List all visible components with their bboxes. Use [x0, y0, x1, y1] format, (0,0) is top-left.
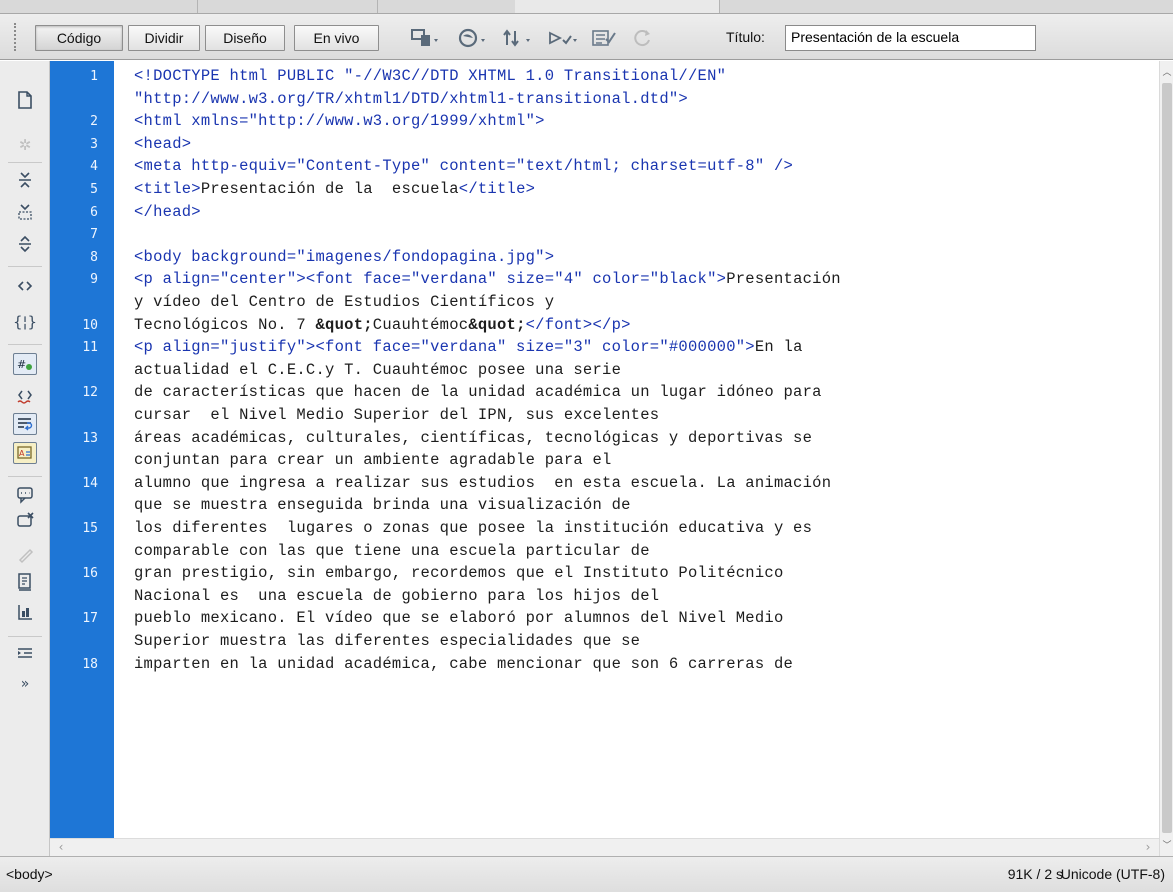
- scroll-right-arrow-icon[interactable]: ›: [1141, 839, 1155, 856]
- document-title-input[interactable]: Presentación de la escuela: [785, 25, 1036, 51]
- code-line[interactable]: Nacional es una escuela de gobierno para…: [134, 587, 659, 606]
- horizontal-scrollbar[interactable]: ‹ ›: [50, 838, 1159, 856]
- code-line[interactable]: pueblo mexicano. El vídeo que se elaboró…: [134, 609, 784, 628]
- line-number[interactable]: 10: [50, 318, 98, 333]
- line-number[interactable]: 5: [50, 182, 98, 197]
- line-number[interactable]: 3: [50, 137, 98, 152]
- line-number[interactable]: 16: [50, 566, 98, 581]
- line-number[interactable]: 4: [50, 159, 98, 174]
- collapse-full-tag-icon[interactable]: [13, 169, 37, 191]
- code-line[interactable]: cursar el Nivel Medio Superior del IPN, …: [134, 406, 659, 425]
- code-line[interactable]: de características que hacen de la unida…: [134, 383, 822, 402]
- more-icon[interactable]: »: [13, 673, 37, 695]
- document-toolbar: Código Dividir Diseño En vivo Título: Pr…: [0, 14, 1173, 60]
- code-line[interactable]: y vídeo del Centro de Estudios Científic…: [134, 293, 554, 312]
- design-view-button[interactable]: Diseño: [205, 25, 285, 51]
- validate-markup-icon[interactable]: [588, 25, 624, 51]
- code-line[interactable]: áreas académicas, culturales, científica…: [134, 429, 812, 448]
- code-line[interactable]: "http://www.w3.org/TR/xhtml1/DTD/xhtml1-…: [134, 90, 688, 109]
- syntax-coloring-icon[interactable]: A: [13, 442, 37, 464]
- live-view-button[interactable]: En vivo: [294, 25, 379, 51]
- code-line[interactable]: Tecnológicos No. 7 &quot;Cuauhtémoc&quot…: [134, 316, 631, 335]
- line-number[interactable]: 8: [50, 250, 98, 265]
- select-parent-tag-icon[interactable]: [13, 275, 37, 297]
- indent-code-icon[interactable]: [13, 642, 37, 664]
- line-number[interactable]: 11: [50, 340, 98, 355]
- code-line[interactable]: gran prestigio, sin embargo, recordemos …: [134, 564, 784, 583]
- line-number[interactable]: 2: [50, 114, 98, 129]
- scroll-down-arrow-icon[interactable]: ﹀: [1160, 838, 1173, 854]
- code-line[interactable]: Superior muestra las diferentes especial…: [134, 632, 640, 651]
- status-bar: <body> 91K / 2 s Unicode (UTF-8): [0, 856, 1173, 892]
- collapse-selection-icon[interactable]: [13, 201, 37, 223]
- code-line[interactable]: que se muestra enseguida brinda una visu…: [134, 496, 631, 515]
- line-number[interactable]: 15: [50, 521, 98, 536]
- code-editor[interactable]: <!DOCTYPE html PUBLIC "-//W3C//DTD XHTML…: [114, 61, 1159, 856]
- line-number[interactable]: 13: [50, 431, 98, 446]
- preview-browser-icon[interactable]: [455, 25, 491, 51]
- code-line[interactable]: <!DOCTYPE html PUBLIC "-//W3C//DTD XHTML…: [134, 67, 726, 86]
- balance-braces-icon[interactable]: {¦}: [13, 311, 37, 333]
- encoding-indicator[interactable]: Unicode (UTF-8): [1061, 866, 1165, 882]
- line-number[interactable]: 17: [50, 611, 98, 626]
- svg-text:#: #: [17, 358, 26, 371]
- toolbar-grip[interactable]: [14, 23, 20, 51]
- coding-toolbar: ✲ {¦} # A »: [0, 61, 50, 856]
- line-number[interactable]: 18: [50, 657, 98, 672]
- apply-comment-icon[interactable]: [13, 484, 37, 506]
- wrap-tag-icon[interactable]: [13, 543, 37, 565]
- word-wrap-icon[interactable]: [13, 413, 37, 435]
- split-view-button[interactable]: Dividir: [128, 25, 200, 51]
- code-line[interactable]: <meta http-equiv="Content-Type" content=…: [134, 157, 793, 176]
- code-line[interactable]: <p align="justify"><font face="verdana" …: [134, 338, 803, 357]
- title-label: Título:: [726, 29, 765, 45]
- line-number[interactable]: 12: [50, 385, 98, 400]
- code-view-button[interactable]: Código: [35, 25, 123, 51]
- tab-strip-segment: [198, 0, 378, 13]
- code-line[interactable]: actualidad el C.E.C.y T. Cuauhtémoc pose…: [134, 361, 621, 380]
- download-size-time: 91K / 2 s: [1007, 866, 1063, 882]
- code-line[interactable]: <body background="imagenes/fondopagina.j…: [134, 248, 554, 267]
- vertical-scroll-thumb[interactable]: [1162, 83, 1172, 833]
- vertical-scrollbar[interactable]: ︿ ﹀: [1159, 61, 1173, 856]
- remove-comment-icon[interactable]: [13, 511, 37, 533]
- file-management-icon[interactable]: [500, 25, 536, 51]
- document-tab-strip: [0, 0, 1173, 14]
- expand-all-icon[interactable]: [13, 233, 37, 255]
- code-line[interactable]: alumno que ingresa a realizar sus estudi…: [134, 474, 831, 493]
- code-line[interactable]: <head>: [134, 135, 191, 154]
- code-line[interactable]: los diferentes lugares o zonas que posee…: [134, 519, 812, 538]
- code-line[interactable]: </head>: [134, 203, 201, 222]
- highlight-invalid-code-icon[interactable]: [13, 385, 37, 407]
- line-number[interactable]: 6: [50, 205, 98, 220]
- recent-snippets-icon[interactable]: [13, 571, 37, 593]
- tab-strip-segment: [0, 0, 198, 13]
- code-line[interactable]: imparten en la unidad académica, cabe me…: [134, 655, 793, 674]
- show-code-navigator-icon[interactable]: ✲: [13, 134, 37, 156]
- code-line[interactable]: <title>Presentación de la escuela</title…: [134, 180, 535, 199]
- refresh-icon[interactable]: [630, 25, 656, 51]
- code-line[interactable]: <html xmlns="http://www.w3.org/1999/xhtm…: [134, 112, 545, 131]
- code-line[interactable]: comparable con las que tiene una escuela…: [134, 542, 650, 561]
- line-number[interactable]: 1: [50, 69, 98, 84]
- line-numbers-icon[interactable]: #: [13, 353, 37, 375]
- code-line[interactable]: conjuntan para crear un ambiente agradab…: [134, 451, 612, 470]
- move-css-icon[interactable]: [13, 601, 37, 623]
- check-browser-icon[interactable]: [545, 25, 581, 51]
- multiscreen-icon[interactable]: [408, 25, 444, 51]
- tag-selector[interactable]: <body>: [6, 866, 53, 882]
- code-line[interactable]: <p align="center"><font face="verdana" s…: [134, 270, 841, 289]
- svg-text:A: A: [19, 449, 25, 458]
- line-number[interactable]: 7: [50, 227, 98, 242]
- line-number[interactable]: 9: [50, 272, 98, 287]
- scroll-up-arrow-icon[interactable]: ︿: [1160, 65, 1173, 81]
- tab-strip-segment: [515, 0, 720, 13]
- line-number-gutter: 1 2 3 4 5 6 7 8 9 10 11 12 13 14 15 16 17 18: [50, 61, 114, 856]
- scroll-left-arrow-icon[interactable]: ‹: [54, 839, 68, 856]
- open-documents-icon[interactable]: [13, 89, 37, 111]
- line-number[interactable]: 14: [50, 476, 98, 491]
